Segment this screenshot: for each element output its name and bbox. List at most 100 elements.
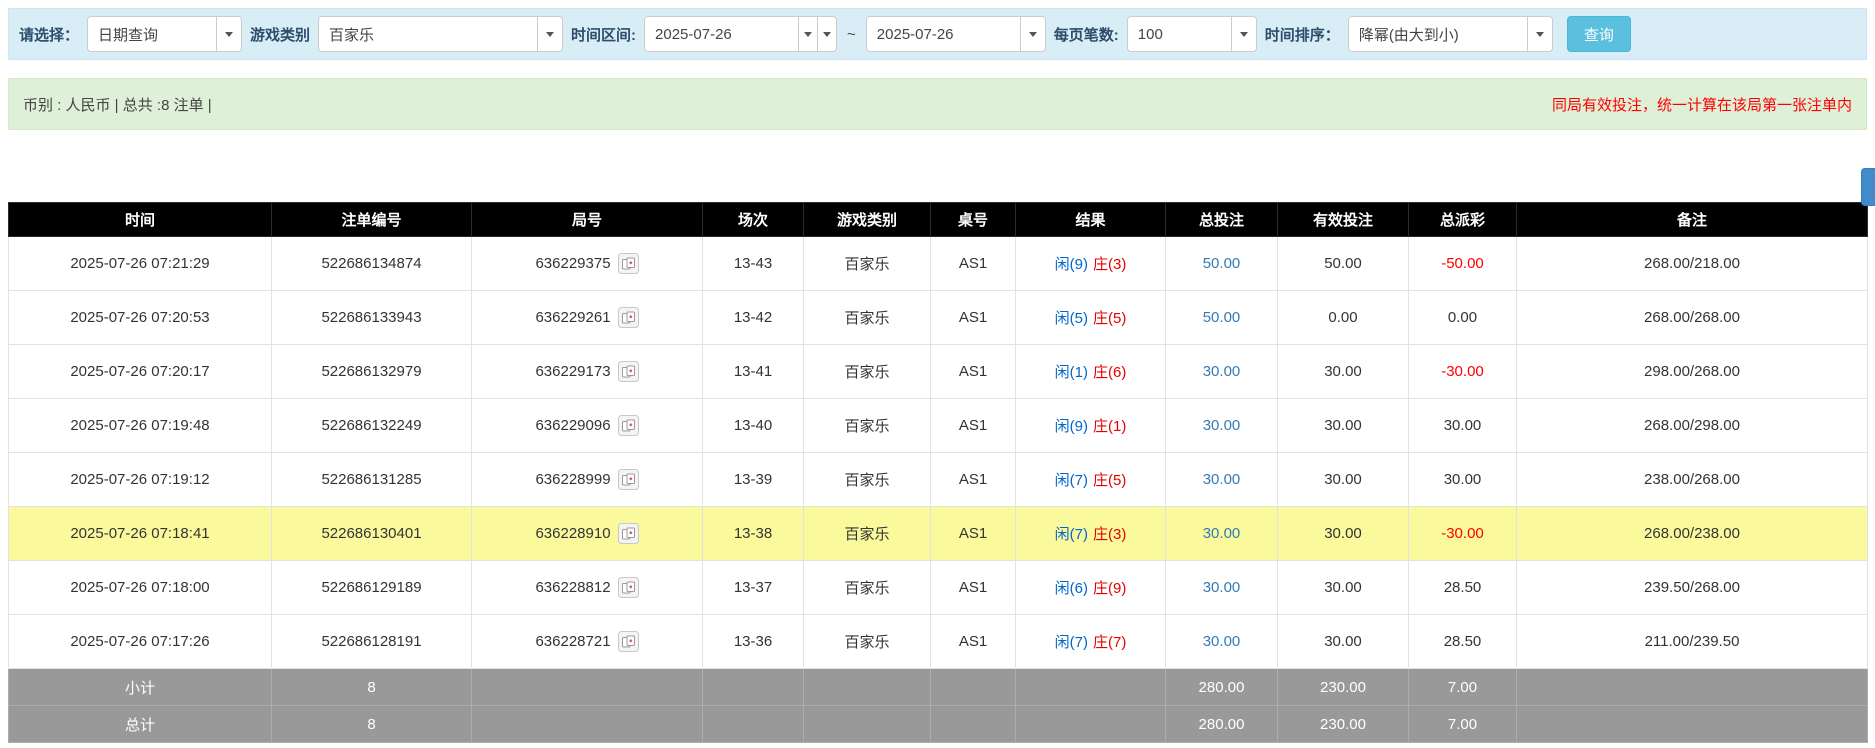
cell-session: 13-37: [703, 561, 804, 615]
query-type-caret-button[interactable]: [216, 16, 242, 52]
result-player: 闲(5): [1055, 310, 1088, 327]
cell-bet-id: 522686128191: [272, 615, 472, 669]
total-bet-link[interactable]: 30.00: [1203, 525, 1241, 542]
date-to-caret-button[interactable]: [1020, 16, 1046, 52]
table-row: 2025-07-26 07:18:00 522686129189 6362288…: [9, 561, 1868, 615]
cell-game-category: 百家乐: [804, 561, 931, 615]
time-sort-caret-button[interactable]: [1527, 16, 1553, 52]
date-to-input[interactable]: [866, 16, 1021, 52]
game-category-caret-button[interactable]: [537, 16, 563, 52]
replay-icon[interactable]: [618, 307, 639, 328]
cell-valid-bet: 30.00: [1278, 345, 1409, 399]
date-from-caret-button[interactable]: [798, 16, 818, 52]
page-size-caret-button[interactable]: [1231, 16, 1257, 52]
result-banker: 庄(5): [1093, 472, 1126, 489]
notice-text: 同局有效投注，统一计算在该局第一张注单内: [1552, 94, 1852, 115]
round-number: 636228999: [535, 471, 610, 488]
cell-valid-bet: 30.00: [1278, 561, 1409, 615]
total-bet-link[interactable]: 30.00: [1203, 417, 1241, 434]
date-range-separator: ~: [845, 26, 858, 43]
time-sort-label: 时间排序：: [1265, 24, 1340, 45]
summary-empty-cell: [931, 706, 1016, 743]
cell-total-bet: 50.00: [1166, 237, 1278, 291]
cell-round: 636229375: [472, 237, 703, 291]
cell-time: 2025-07-26 07:19:48: [9, 399, 272, 453]
chevron-down-icon: [1029, 32, 1037, 37]
cell-payout: -30.00: [1409, 345, 1517, 399]
cell-valid-bet: 0.00: [1278, 291, 1409, 345]
cell-remark: 211.00/239.50: [1517, 615, 1868, 669]
replay-icon[interactable]: [618, 415, 639, 436]
cell-table-no: AS1: [931, 399, 1016, 453]
game-category-value[interactable]: 百家乐: [318, 16, 538, 52]
replay-icon[interactable]: [618, 469, 639, 490]
cell-valid-bet: 30.00: [1278, 507, 1409, 561]
query-type-value[interactable]: 日期查询: [87, 16, 217, 52]
cell-session: 13-40: [703, 399, 804, 453]
total-bet-link[interactable]: 50.00: [1203, 255, 1241, 272]
time-sort-value[interactable]: 降幂(由大到小): [1348, 16, 1528, 52]
header-total-bet: 总投注: [1166, 203, 1278, 237]
header-bet-id: 注单编号: [272, 203, 472, 237]
cell-result: 闲(7)庄(7): [1016, 615, 1166, 669]
summary-empty-cell: [1016, 706, 1166, 743]
replay-icon[interactable]: [618, 253, 639, 274]
result-player: 闲(7): [1055, 526, 1088, 543]
total-bet-link[interactable]: 30.00: [1203, 579, 1241, 596]
total-bet-link[interactable]: 30.00: [1203, 471, 1241, 488]
date-to-control[interactable]: [866, 16, 1046, 52]
result-player: 闲(1): [1055, 364, 1088, 381]
time-sort-select[interactable]: 降幂(由大到小): [1348, 16, 1553, 52]
date-from-control[interactable]: [644, 16, 837, 52]
cell-round: 636228999: [472, 453, 703, 507]
cell-round: 636228812: [472, 561, 703, 615]
search-button[interactable]: 查询: [1567, 16, 1631, 52]
summary-empty-cell: [804, 706, 931, 743]
replay-icon[interactable]: [618, 361, 639, 382]
chevron-down-icon: [546, 32, 554, 37]
grand-total-payout: 7.00: [1409, 706, 1517, 743]
summary-empty-cell: [472, 706, 703, 743]
date-from-input[interactable]: [644, 16, 799, 52]
date-from-picker-button[interactable]: [817, 16, 837, 52]
chevron-down-icon: [1240, 32, 1248, 37]
subtotal-total-bet: 280.00: [1166, 669, 1278, 706]
cell-game-category: 百家乐: [804, 453, 931, 507]
summary-empty-cell: [1517, 706, 1868, 743]
total-bet-link[interactable]: 50.00: [1203, 309, 1241, 326]
table-row: 2025-07-26 07:19:12 522686131285 6362289…: [9, 453, 1868, 507]
round-number: 636229375: [535, 255, 610, 272]
total-bet-link[interactable]: 30.00: [1203, 633, 1241, 650]
grand-total-row: 总计 8 280.00 230.00 7.00: [9, 706, 1868, 743]
summary-empty-cell: [1016, 669, 1166, 706]
cell-payout: 28.50: [1409, 615, 1517, 669]
game-category-label: 游戏类别: [250, 24, 310, 45]
header-payout: 总派彩: [1409, 203, 1517, 237]
round-number: 636228721: [535, 633, 610, 650]
chevron-down-icon: [804, 32, 812, 37]
header-round: 局号: [472, 203, 703, 237]
cell-total-bet: 30.00: [1166, 561, 1278, 615]
query-type-select[interactable]: 日期查询: [87, 16, 242, 52]
cell-remark: 268.00/218.00: [1517, 237, 1868, 291]
total-bet-link[interactable]: 30.00: [1203, 363, 1241, 380]
cell-valid-bet: 30.00: [1278, 615, 1409, 669]
page-size-control[interactable]: [1127, 16, 1257, 52]
subtotal-label: 小计: [9, 669, 272, 706]
cell-time: 2025-07-26 07:20:17: [9, 345, 272, 399]
replay-icon[interactable]: [618, 523, 639, 544]
page-size-input[interactable]: [1127, 16, 1232, 52]
cell-round: 636229173: [472, 345, 703, 399]
result-player: 闲(9): [1055, 256, 1088, 273]
cell-payout: 0.00: [1409, 291, 1517, 345]
partial-action-button[interactable]: [1861, 168, 1875, 206]
cell-session: 13-43: [703, 237, 804, 291]
game-category-select[interactable]: 百家乐: [318, 16, 563, 52]
cell-time: 2025-07-26 07:21:29: [9, 237, 272, 291]
replay-icon[interactable]: [618, 577, 639, 598]
cell-game-category: 百家乐: [804, 615, 931, 669]
cell-session: 13-41: [703, 345, 804, 399]
cell-payout: -30.00: [1409, 507, 1517, 561]
replay-icon[interactable]: [618, 631, 639, 652]
result-banker: 庄(9): [1093, 580, 1126, 597]
